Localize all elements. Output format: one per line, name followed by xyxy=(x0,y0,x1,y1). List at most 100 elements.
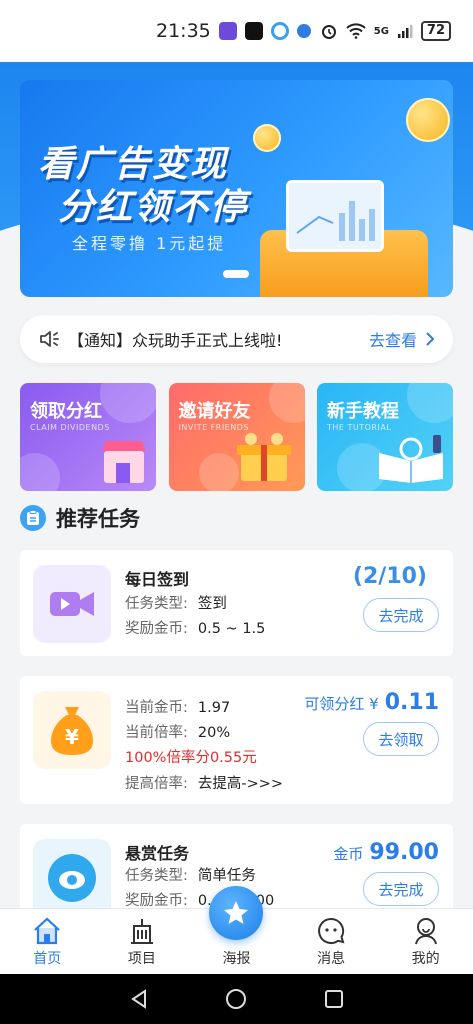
multiplier-label: 当前倍率: xyxy=(125,725,188,741)
carousel-indicator[interactable] xyxy=(223,270,249,278)
nav-home[interactable]: 首页 xyxy=(0,909,95,974)
task-type-row: 任务类型: 签到 xyxy=(125,592,227,613)
feature-subtitle: INVITE FRIENDS xyxy=(178,423,249,432)
video-task-icon xyxy=(33,565,111,643)
task-type-value: 签到 xyxy=(197,596,227,612)
bounty-task-icon xyxy=(33,839,111,917)
decor-bubble xyxy=(407,383,453,423)
status-time: 21:35 xyxy=(156,20,211,42)
multiplier-highlight: 100%倍率分0.55元 xyxy=(125,750,257,766)
task-reward-row: 奖励金币: 0.5 ~ 1.5 xyxy=(125,617,265,638)
app-notification-icon xyxy=(218,22,237,40)
alarm-icon xyxy=(321,25,336,39)
task-type-label: 任务类型: xyxy=(125,868,188,884)
clipboard-icon xyxy=(20,505,46,531)
feature-subtitle: THE TUTORIAL xyxy=(327,423,392,432)
daily-complete-button[interactable]: 去完成 xyxy=(363,598,439,632)
invite-friends-card[interactable]: 邀请好友 INVITE FRIENDS xyxy=(168,383,305,491)
book-illustration xyxy=(379,435,443,483)
app-notification-icon xyxy=(270,22,289,40)
task-type-value: 简单任务 xyxy=(197,868,256,884)
notice-bar[interactable]: 【通知】众玩助手正式上线啦! 去查看 xyxy=(20,315,453,363)
task-progress: (2/10) xyxy=(352,564,427,589)
chart-illustration xyxy=(286,180,384,252)
claim-dividends-card[interactable]: 领取分红 CLAIM DIVIDENDS xyxy=(20,383,156,491)
feature-title: 领取分红 xyxy=(30,401,102,422)
app-notification-icon xyxy=(296,24,311,38)
banner-subtitle: 全程零撸 1元起提 xyxy=(72,234,227,253)
multiplier-row: 当前倍率: 20% xyxy=(125,721,230,742)
decor-bubble xyxy=(20,453,60,491)
building-icon xyxy=(130,919,153,944)
chat-bubble-icon xyxy=(318,917,345,944)
svg-text:¥: ¥ xyxy=(65,725,79,749)
gift-box-illustration xyxy=(236,433,291,481)
battery-level: 72 xyxy=(420,21,451,41)
coin-illustration xyxy=(406,98,450,142)
claim-dividend-button[interactable]: 去领取 xyxy=(363,722,439,756)
nav-label: 项目 xyxy=(127,951,156,967)
wifi-icon xyxy=(346,23,366,39)
multiplier-value: 20% xyxy=(197,725,231,741)
task-reward-value: 0.5 ~ 1.5 xyxy=(197,621,266,637)
section-title: 推荐任务 xyxy=(56,507,140,531)
back-icon[interactable] xyxy=(128,988,150,1010)
decor-bubble xyxy=(100,383,156,423)
coins-row: 当前金币: 1.97 xyxy=(125,696,230,717)
recommended-tasks-header: 推荐任务 xyxy=(20,503,140,533)
speaker-icon xyxy=(40,331,59,347)
raise-label: 提高倍率: xyxy=(125,776,188,792)
claimable-label: 可领分红 ¥ xyxy=(304,695,379,713)
dividend-task: ¥ 当前金币: 1.97 当前倍率: 20% 100%倍率分0.55元 提高倍率: 去… xyxy=(20,676,453,804)
coin-value: 99.00 xyxy=(369,840,439,865)
feature-cards: 领取分红 CLAIM DIVIDENDS 邀请好友 INVITE FRIENDS… xyxy=(20,383,453,491)
system-nav-bar xyxy=(0,974,473,1024)
user-icon xyxy=(414,918,437,945)
decor-bubble xyxy=(268,383,305,423)
money-bag-icon: ¥ xyxy=(33,691,111,769)
chevron-right-icon xyxy=(426,332,435,346)
home-circle-icon[interactable] xyxy=(225,988,247,1010)
task-type-label: 任务类型: xyxy=(125,596,188,612)
feature-title: 邀请好友 xyxy=(178,401,251,422)
home-icon xyxy=(34,917,61,945)
signal-icon xyxy=(397,25,413,38)
banner-title-line2: 分红领不停 xyxy=(58,187,249,228)
star-icon xyxy=(224,901,248,924)
coins-label: 当前金币: xyxy=(125,700,188,716)
claimable-dividend: 可领分红 ¥ 0.11 xyxy=(304,690,439,715)
nav-messages[interactable]: 消息 xyxy=(284,909,379,974)
task-name: 悬赏任务 xyxy=(125,844,190,863)
coins-value: 1.97 xyxy=(197,700,231,716)
notice-view-link[interactable]: 去查看 xyxy=(369,327,435,351)
task-name: 每日签到 xyxy=(125,570,190,589)
notice-view-label: 去查看 xyxy=(368,331,417,350)
recents-icon[interactable] xyxy=(323,988,345,1010)
app-notification-icon xyxy=(244,22,263,40)
nav-projects[interactable]: 项目 xyxy=(95,909,190,974)
nav-mine[interactable]: 我的 xyxy=(378,909,473,974)
raise-multiplier-row[interactable]: 提高倍率: 去提高->>> xyxy=(125,772,283,793)
coin-label: 金币 xyxy=(333,845,364,863)
raise-link[interactable]: 去提高->>> xyxy=(198,776,283,792)
tutorial-card[interactable]: 新手教程 THE TUTORIAL xyxy=(317,383,453,491)
nav-label: 我的 xyxy=(411,951,440,967)
shop-illustration xyxy=(102,441,146,483)
network-type: 5G xyxy=(373,25,389,37)
feature-subtitle: CLAIM DIVIDENDS xyxy=(30,423,110,432)
claimable-value: 0.11 xyxy=(384,690,439,715)
poster-fab-button[interactable] xyxy=(209,886,263,940)
task-reward-label: 奖励金币: xyxy=(125,621,188,637)
status-bar: 21:35 5G 72 xyxy=(0,0,473,62)
bounty-coin-reward: 金币 99.00 xyxy=(333,840,439,865)
bounty-complete-button[interactable]: 去完成 xyxy=(363,872,439,906)
promo-banner[interactable]: 看广告变现 分红领不停 全程零撸 1元起提 xyxy=(20,80,453,297)
nav-label: 海报 xyxy=(222,951,251,967)
coin-illustration xyxy=(253,124,281,152)
nav-label: 首页 xyxy=(33,951,62,967)
nav-label: 消息 xyxy=(317,951,346,967)
notice-text: 【通知】众玩助手正式上线啦! xyxy=(68,331,283,350)
task-reward-label: 奖励金币: xyxy=(125,893,188,909)
task-type-row: 任务类型: 简单任务 xyxy=(125,864,256,885)
feature-title: 新手教程 xyxy=(327,401,399,422)
